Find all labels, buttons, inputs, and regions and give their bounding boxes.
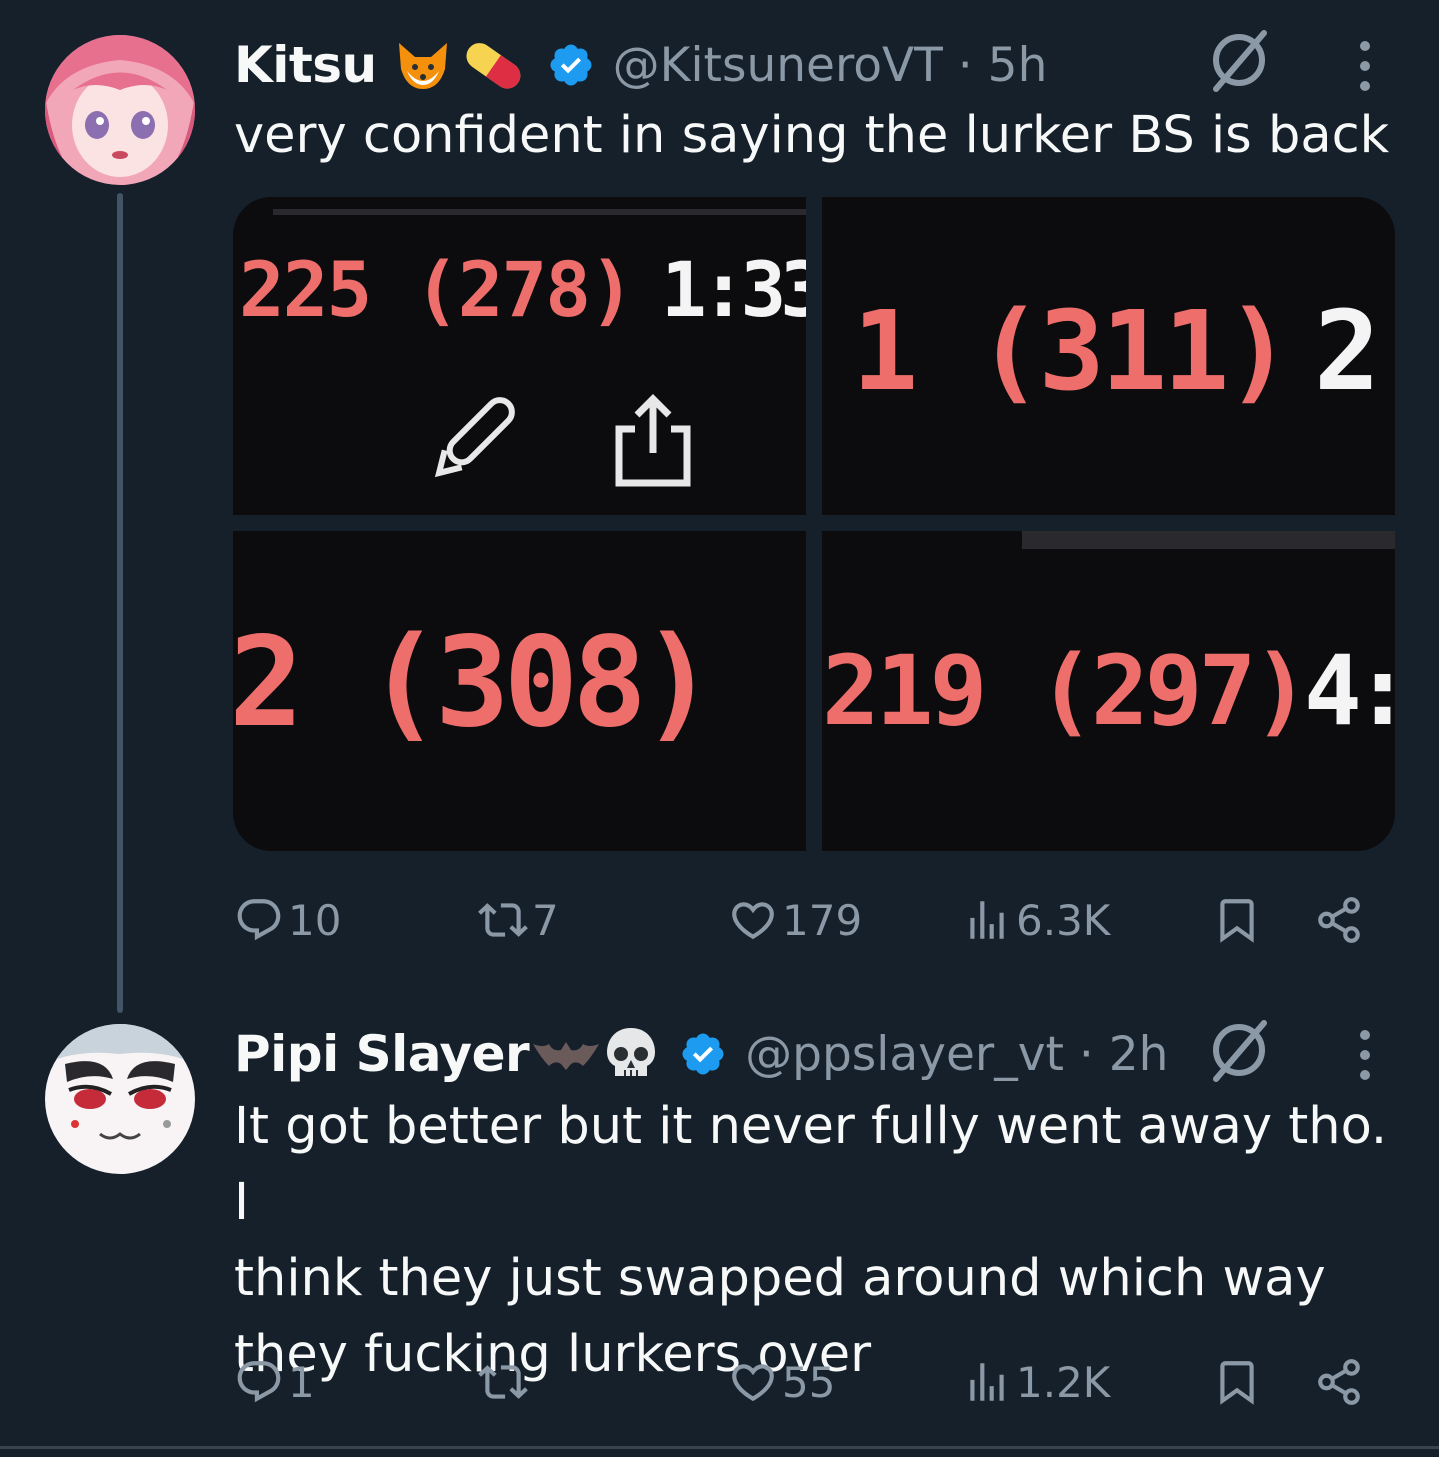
- tweet2-text: It got better but it never fully went aw…: [234, 1089, 1414, 1393]
- tile3-time: :: [781, 611, 806, 755]
- tweet2-text-line: It got better but it never fully went aw…: [234, 1097, 1388, 1232]
- media-tile-3[interactable]: 2 (308) :: [233, 531, 806, 851]
- share-upload-icon: [615, 394, 691, 487]
- reply-button[interactable]: 1: [234, 1352, 315, 1412]
- tile1-count: 225 (278): [239, 245, 635, 334]
- reply-icon: [237, 899, 281, 941]
- tweet1-header: Kitsu @KitsuneroVT · 5h: [234, 33, 1047, 97]
- tweet2-action-bar: 1 55 1.2K: [234, 1352, 1374, 1412]
- tweet1-author-name[interactable]: Kitsu: [234, 36, 377, 94]
- bookmark-icon: [1220, 899, 1254, 943]
- tweet2-header: Pipi Slayer @ppslayer_vt · 2h: [234, 1022, 1168, 1086]
- tweet1-text: very confident in saying the lurker BS i…: [234, 106, 1390, 165]
- share-button[interactable]: [1314, 1352, 1368, 1412]
- repost-icon: [478, 1365, 528, 1399]
- reply-count: 1: [288, 1357, 315, 1407]
- media-tile-1[interactable]: 225 (278) 1:33: [233, 197, 806, 515]
- share-button[interactable]: [1314, 890, 1368, 950]
- fox-face-emoji: [393, 35, 453, 95]
- verified-badge-icon[interactable]: [679, 1030, 727, 1078]
- thread-connector-line: [117, 193, 123, 1013]
- views-count: 1.2K: [1016, 1357, 1111, 1407]
- tweet1-media-grid[interactable]: 225 (278) 1:33 1 (311) 2 2 (308) : 219 (…: [233, 197, 1395, 851]
- pipi-slayer-avatar[interactable]: [45, 1024, 195, 1174]
- bookmark-button[interactable]: [1212, 1352, 1266, 1412]
- views-button[interactable]: 6.3K: [962, 890, 1110, 950]
- tile2-count: 1 (311): [852, 287, 1292, 415]
- reply-icon: [237, 1361, 281, 1403]
- views-count: 6.3K: [1016, 895, 1111, 945]
- tile4-count: 219 (297): [822, 635, 1310, 747]
- more-options-icon[interactable]: [1355, 38, 1375, 94]
- heart-icon: [732, 1364, 774, 1402]
- views-icon: [970, 1363, 1004, 1401]
- views-icon: [970, 901, 1004, 939]
- like-button[interactable]: 179: [728, 890, 862, 950]
- repost-button[interactable]: 7: [478, 890, 559, 950]
- share-icon: [1318, 1359, 1360, 1405]
- tweet2-text-line: think they just swapped around which way: [234, 1249, 1326, 1308]
- tile3-count: 2 (308): [233, 611, 716, 755]
- tile4-time: 4:: [1304, 635, 1395, 747]
- verified-badge-icon[interactable]: [547, 41, 595, 89]
- tweet2-author-name[interactable]: Pipi Slayer: [234, 1025, 530, 1083]
- tweet2-handle-time[interactable]: @ppslayer_vt · 2h: [745, 1027, 1168, 1082]
- repost-count: 7: [532, 895, 559, 945]
- kitsu-avatar[interactable]: [45, 35, 195, 185]
- pill-emoji: [459, 35, 529, 95]
- grok-icon[interactable]: [1206, 1017, 1272, 1083]
- heart-icon: [732, 902, 774, 940]
- like-count: 179: [782, 895, 863, 945]
- like-count: 55: [782, 1357, 836, 1407]
- bookmark-icon: [1220, 1361, 1254, 1405]
- media-tile-4[interactable]: 219 (297) 4:: [822, 531, 1395, 851]
- views-button[interactable]: 1.2K: [962, 1352, 1110, 1412]
- grok-icon[interactable]: [1206, 27, 1272, 93]
- bat-emoji: [531, 1024, 601, 1084]
- tweet1-action-bar: 10 7 179 6.3K: [234, 890, 1374, 950]
- more-options-icon[interactable]: [1355, 1027, 1375, 1083]
- reply-count: 10: [288, 895, 342, 945]
- bookmark-button[interactable]: [1212, 890, 1266, 950]
- tweet1-handle-time[interactable]: @KitsuneroVT · 5h: [613, 38, 1048, 93]
- share-icon: [1318, 897, 1360, 943]
- like-button[interactable]: 55: [728, 1352, 835, 1412]
- tweet-divider: [0, 1446, 1439, 1449]
- skull-emoji: [601, 1024, 661, 1084]
- media-tile-2[interactable]: 1 (311) 2: [822, 197, 1395, 515]
- repost-button[interactable]: [478, 1352, 532, 1412]
- pencil-icon: [434, 397, 515, 478]
- repost-icon: [478, 903, 528, 937]
- tile1-time: 1:33: [661, 245, 806, 334]
- tile2-time: 2: [1314, 287, 1381, 415]
- reply-button[interactable]: 10: [234, 890, 341, 950]
